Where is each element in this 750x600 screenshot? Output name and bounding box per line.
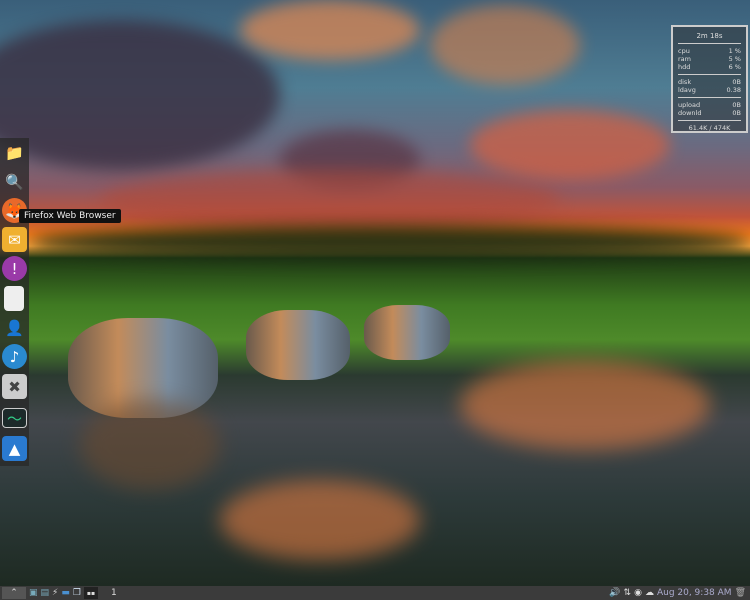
dock-item-users[interactable]: 👤 xyxy=(2,315,27,340)
cpu-value: 1 % xyxy=(728,47,741,55)
conky-system-monitor: 2m 18s cpu 1 % ram 5 % hdd 6 % disk 0B ldavg… xyxy=(671,25,748,133)
ram-label: ram xyxy=(678,55,691,63)
windows-icon: ❐ xyxy=(72,588,81,598)
folder-icon: ▤ xyxy=(40,588,50,598)
ldavg-value: 0.38 xyxy=(726,86,741,94)
magnifier-icon: 🔍 xyxy=(5,172,24,191)
menu-icon: ⌃ xyxy=(10,588,18,598)
hdd-label: hdd xyxy=(678,63,691,71)
folder-icon: ▣ xyxy=(29,588,38,598)
dock-item-settings[interactable]: ✖ xyxy=(2,374,27,399)
music-player-icon: ♪ xyxy=(9,347,20,366)
home-folder-launcher[interactable]: ▤ xyxy=(41,587,50,599)
dock-item-search[interactable]: 🔍 xyxy=(2,169,27,194)
application-dock: 📁 🔍 🦊 ✉ ! 👤 ♪ ✖ 〜 ▲ xyxy=(0,138,29,466)
workspace-pager[interactable]: ▪▪ xyxy=(83,587,98,599)
ram-value: 5 % xyxy=(728,55,741,63)
store-icon: ▲ xyxy=(8,439,21,458)
network-icon[interactable]: ⇅ xyxy=(624,587,632,599)
user-icon: 👤 xyxy=(5,318,24,337)
desktop-icon: ▬ xyxy=(61,588,70,598)
dock-item-music[interactable]: ♪ xyxy=(2,344,27,369)
mail-icon: ✉ xyxy=(8,230,21,249)
upload-label: upload xyxy=(678,101,701,109)
dock-item-mail[interactable]: ✉ xyxy=(2,227,27,252)
run-launcher[interactable]: ⚡ xyxy=(52,587,58,599)
ldavg-label: ldavg xyxy=(678,86,696,94)
folder-icon: 📁 xyxy=(5,143,24,162)
desktop-wallpaper xyxy=(0,0,750,586)
file-manager-launcher[interactable]: ▣ xyxy=(29,587,38,599)
clock[interactable]: Aug 20, 9:38 AM xyxy=(657,587,732,599)
disk-value: 0B xyxy=(732,78,741,86)
upload-value: 0B xyxy=(732,101,741,109)
pager-icon: ▪▪ xyxy=(86,589,96,597)
window-switcher-button[interactable]: ❐ xyxy=(73,587,81,599)
lightning-icon: ⚡ xyxy=(52,588,59,598)
dock-item-file-manager[interactable]: 📁 xyxy=(2,140,27,165)
menu-button[interactable]: ⌃ xyxy=(2,587,26,599)
show-desktop-button[interactable]: ▬ xyxy=(61,587,70,599)
dock-item-messenger[interactable]: ! xyxy=(2,256,27,281)
dock-item-system-monitor[interactable]: 〜 xyxy=(2,408,27,428)
chat-icon: ! xyxy=(11,259,18,278)
network-traffic: 61.4K / 474K xyxy=(688,124,731,132)
cpu-label: cpu xyxy=(678,47,690,55)
weather-icon[interactable]: ☁ xyxy=(645,587,654,599)
disk-label: disk xyxy=(678,78,692,86)
hdd-value: 6 % xyxy=(728,63,741,71)
eye-icon[interactable]: ◉ xyxy=(634,587,642,599)
uptime: 2m 18s xyxy=(696,32,723,40)
downld-label: downld xyxy=(678,109,702,117)
downld-value: 0B xyxy=(732,109,741,117)
taskbar: ⌃ ▣ ▤ ⚡ ▬ ❐ ▪▪ 1 🔊 ⇅ ◉ ☁ Aug 20, 9:38 AM… xyxy=(0,586,750,600)
monitor-icon: 〜 xyxy=(6,409,22,428)
dock-item-document[interactable] xyxy=(4,286,24,311)
workspace-number[interactable]: 1 xyxy=(111,587,117,599)
dock-tooltip: Firefox Web Browser xyxy=(19,209,121,223)
tools-icon: ✖ xyxy=(8,377,21,396)
trash-icon[interactable]: 🗑 xyxy=(735,587,746,599)
dock-item-software-center[interactable]: ▲ xyxy=(2,436,27,461)
volume-icon[interactable]: 🔊 xyxy=(609,587,620,599)
